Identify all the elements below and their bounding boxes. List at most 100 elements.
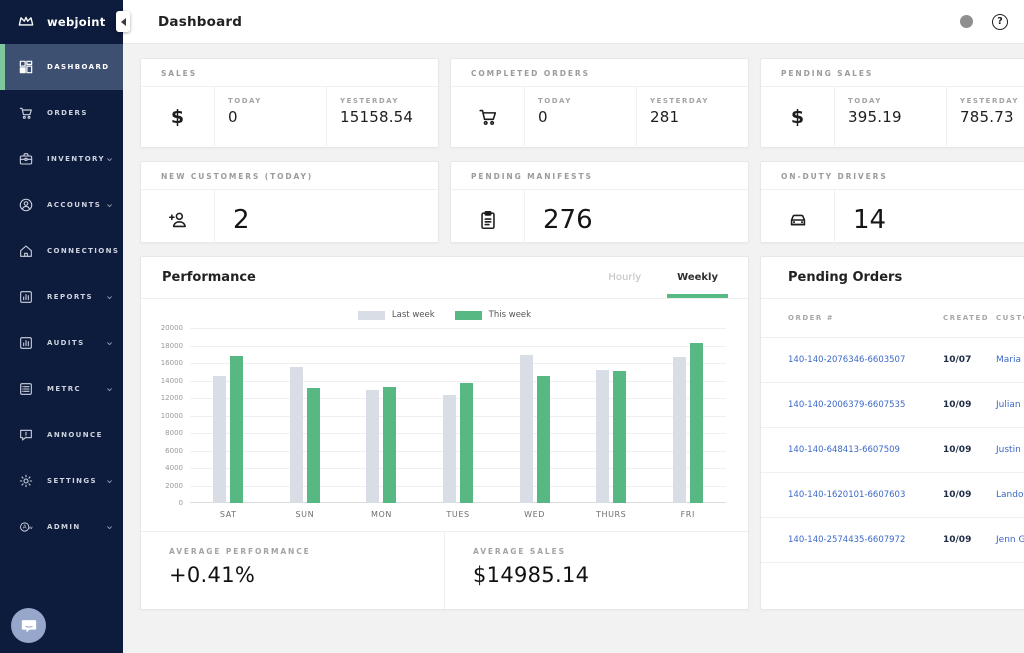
order-link[interactable]: 140-140-2574435-6607972: [788, 535, 943, 545]
order-link[interactable]: 140-140-1620101-6607603: [788, 490, 943, 500]
status-dot[interactable]: [960, 15, 973, 28]
performance-header: Performance Hourly Weekly: [141, 257, 748, 299]
bar-group-sat: [190, 328, 267, 503]
dollar-icon: $: [171, 106, 184, 128]
order-link[interactable]: 140-140-648413-6607509: [788, 445, 943, 455]
y-tick-label: 0: [179, 499, 183, 507]
y-tick-label: 6000: [165, 447, 183, 455]
customer-link[interactable]: Jenn G: [996, 535, 1024, 545]
chart-plot: [190, 328, 726, 503]
footer-stat-average-sales: AVERAGE SALES $14985.14: [444, 532, 748, 609]
customer-link[interactable]: Justin: [996, 445, 1024, 455]
chat-icon: [19, 616, 39, 636]
car-icon: [787, 209, 809, 231]
bar-last-week-tues: [443, 395, 456, 504]
metric-value: 15158.54: [340, 108, 438, 126]
sidebar-item-settings[interactable]: SETTINGS: [0, 458, 123, 504]
bar-this-week-sat: [230, 356, 243, 503]
sidebar-item-connections[interactable]: CONNECTIONS: [0, 228, 123, 274]
metric-value: 395.19: [848, 108, 946, 126]
stat-card-completed-orders: COMPLETED ORDERS TODAY 0 YESTERDAY 281: [450, 58, 749, 148]
footer-stat-value: $14985.14: [473, 563, 748, 587]
sidebar-item-label: INVENTORY: [47, 155, 105, 163]
metric-value: 785.73: [960, 108, 1024, 126]
sidebar-collapse-button[interactable]: [116, 11, 130, 32]
topbar-actions: ?: [960, 14, 1008, 30]
collapse-arrow-icon: [121, 18, 126, 26]
bar-last-week-sat: [213, 376, 226, 503]
order-link[interactable]: 140-140-2006379-6607535: [788, 400, 943, 410]
bar-group-thurs: [573, 328, 650, 503]
legend-swatch: [358, 311, 385, 320]
sidebar-item-orders[interactable]: ORDERS: [0, 90, 123, 136]
chart-icon: [18, 335, 34, 351]
legend-label: Last week: [392, 310, 435, 320]
sidebar-item-reports[interactable]: REPORTS: [0, 274, 123, 320]
sidebar-item-dashboard[interactable]: DASHBOARD: [0, 44, 123, 90]
created-cell: 10/09: [943, 490, 996, 500]
page-title: Dashboard: [158, 14, 242, 30]
order-link[interactable]: 140-140-2076346-6603507: [788, 355, 943, 365]
customer-link[interactable]: Julian: [996, 400, 1024, 410]
performance-card: Performance Hourly Weekly Last week This w…: [140, 256, 749, 610]
count-card-pending-manifests: PENDING MANIFESTS 276: [450, 161, 749, 243]
bar-this-week-tues: [460, 383, 473, 503]
metric-label: TODAY: [538, 97, 636, 105]
performance-footer: AVERAGE PERFORMANCE +0.41%AVERAGE SALES …: [141, 531, 748, 609]
chat-fab-button[interactable]: [11, 608, 46, 643]
bar-this-week-thurs: [613, 371, 626, 503]
logo: webjoint: [0, 0, 123, 44]
table-row: 140-140-2574435-6607972 10/09 Jenn G: [761, 517, 1024, 562]
clipboard-icon: [477, 209, 499, 231]
tab-weekly[interactable]: Weekly: [667, 257, 728, 298]
chart-x-axis: SATSUNMONTUESWEDTHURSFRI: [190, 510, 726, 519]
stat-cards-row: SALES $ TODAY 0 YESTERDAY 15158.54 COMPL…: [140, 58, 1024, 148]
x-tick-label: THURS: [573, 510, 650, 519]
metric-label: YESTERDAY: [650, 97, 748, 105]
count-card-on-duty-drivers: ON-DUTY DRIVERS 14: [760, 161, 1024, 243]
created-cell: 10/09: [943, 535, 996, 545]
sidebar-item-inventory[interactable]: INVENTORY: [0, 136, 123, 182]
legend-item-last-week[interactable]: Last week: [358, 310, 435, 320]
customer-link[interactable]: Landon: [996, 490, 1024, 500]
cart-icon: [18, 105, 34, 121]
orders-table-end: [761, 562, 1024, 563]
sidebar-item-accounts[interactable]: ACCOUNTS: [0, 182, 123, 228]
customer-link[interactable]: Maria: [996, 355, 1024, 365]
sidebar-item-announce[interactable]: ANNOUNCE: [0, 412, 123, 458]
created-cell: 10/09: [943, 445, 996, 455]
sidebar-item-metrc[interactable]: METRC: [0, 366, 123, 412]
stat-body: TODAY 0 YESTERDAY 281: [451, 87, 748, 146]
footer-stat-average-performance: AVERAGE PERFORMANCE +0.41%: [141, 532, 444, 609]
chart-icon: [18, 289, 34, 305]
sidebar-item-admin[interactable]: AwADMIN: [0, 504, 123, 550]
count-value: 2: [233, 205, 250, 235]
briefcase-icon: [18, 151, 34, 167]
gear-icon: [18, 473, 34, 489]
tab-hourly[interactable]: Hourly: [598, 257, 651, 298]
performance-title: Performance: [162, 270, 256, 285]
bar-this-week-mon: [383, 387, 396, 503]
count-card-new-customers-today: NEW CUSTOMERS (TODAY) 2: [140, 161, 439, 243]
help-icon[interactable]: ?: [992, 14, 1008, 30]
person-icon: [18, 197, 34, 213]
pending-orders-card: Pending Orders ORDER #CREATEDCUSTOMER 14…: [760, 256, 1024, 610]
sidebar-item-label: ORDERS: [47, 109, 88, 117]
column-header-customer: CUSTOMER: [996, 314, 1024, 322]
topbar: Dashboard ?: [123, 0, 1024, 44]
sidebar-item-label: SETTINGS: [47, 477, 97, 485]
footer-stat-label: AVERAGE PERFORMANCE: [169, 547, 444, 556]
stat-body: $ TODAY 0 YESTERDAY 15158.54: [141, 87, 438, 146]
card-title: COMPLETED ORDERS: [451, 59, 748, 87]
card-title: NEW CUSTOMERS (TODAY): [141, 162, 438, 190]
sidebar-item-label: ACCOUNTS: [47, 201, 101, 209]
bar-group-fri: [649, 328, 726, 503]
legend-item-this-week[interactable]: This week: [455, 310, 531, 320]
bar-last-week-mon: [366, 390, 379, 503]
bar-this-week-fri: [690, 343, 703, 503]
sidebar-item-audits[interactable]: AUDITS: [0, 320, 123, 366]
chevron-down-icon: [105, 293, 114, 302]
chevron-down-icon: [105, 155, 114, 164]
performance-tabs: Hourly Weekly: [582, 257, 728, 298]
sidebar-item-label: METRC: [47, 385, 81, 393]
